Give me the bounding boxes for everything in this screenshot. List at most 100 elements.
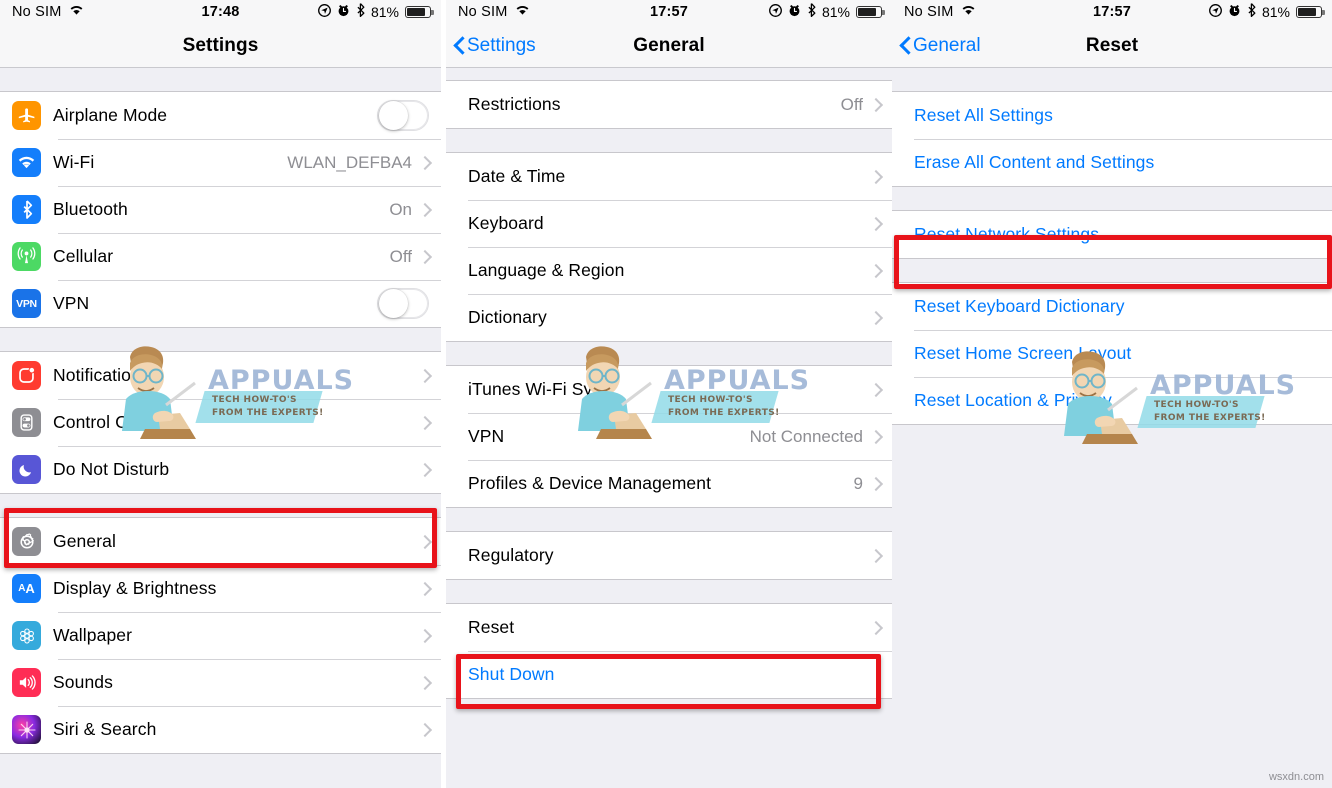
chevron-right-icon xyxy=(871,548,880,563)
row-display-brightness[interactable]: AA Display & Brightness xyxy=(0,565,441,612)
chevron-right-icon xyxy=(871,310,880,325)
bluetooth-state-value: On xyxy=(389,199,412,219)
row-general[interactable]: General xyxy=(0,518,441,565)
cellular-icon xyxy=(12,242,41,271)
general-group-restrictions: Restrictions Off xyxy=(446,80,892,129)
row-date-time[interactable]: Date & Time xyxy=(446,153,892,200)
row-vpn[interactable]: VPN Not Connected xyxy=(446,413,892,460)
row-label: Shut Down xyxy=(468,664,555,684)
row-reset-home-screen-layout[interactable]: Reset Home Screen Layout xyxy=(892,330,1332,377)
row-reset-keyboard-dictionary[interactable]: Reset Keyboard Dictionary xyxy=(892,283,1332,330)
wifi-network-value: WLAN_DEFBA4 xyxy=(287,152,412,172)
row-label: Cellular xyxy=(53,246,114,266)
group-spacer xyxy=(0,328,441,351)
settings-list-3[interactable]: Reset All Settings Erase All Content and… xyxy=(892,68,1332,788)
list-top-spacer xyxy=(892,68,1332,91)
row-label: Bluetooth xyxy=(53,199,128,219)
siri-search-icon xyxy=(12,715,41,744)
chevron-right-icon xyxy=(420,249,429,264)
general-group-reset: Reset Shut Down xyxy=(446,603,892,699)
settings-group-connectivity: Airplane Mode Wi-Fi WLAN_DEFBA4 Bluetoot… xyxy=(0,91,441,328)
wifi-icon xyxy=(515,4,530,20)
row-label: Date & Time xyxy=(468,166,566,186)
row-wifi[interactable]: Wi-Fi WLAN_DEFBA4 xyxy=(0,139,441,186)
status-bar-left: No SIM xyxy=(12,4,84,20)
row-vpn[interactable]: VPN VPN xyxy=(0,280,441,327)
row-cellular[interactable]: Cellular Off xyxy=(0,233,441,280)
row-label: Control Center xyxy=(53,412,169,432)
carrier-label: No SIM xyxy=(904,4,954,20)
chevron-right-icon xyxy=(420,202,429,217)
row-label: Reset Keyboard Dictionary xyxy=(914,296,1125,316)
do-not-disturb-icon xyxy=(12,455,41,484)
row-label: Language & Region xyxy=(468,260,625,280)
settings-group-notifications: Notifications Control Center Do Not Dist… xyxy=(0,351,441,494)
row-bluetooth[interactable]: Bluetooth On xyxy=(0,186,441,233)
row-do-not-disturb[interactable]: Do Not Disturb xyxy=(0,446,441,493)
back-button-general[interactable]: General xyxy=(892,35,981,57)
group-spacer xyxy=(0,494,441,517)
row-keyboard[interactable]: Keyboard xyxy=(446,200,892,247)
battery-percent-label: 81% xyxy=(370,4,399,20)
general-group-sync: iTunes Wi-Fi Sync VPN Not Connected Prof… xyxy=(446,365,892,508)
battery-percent-label: 81% xyxy=(1261,4,1290,20)
airplane-mode-toggle[interactable] xyxy=(377,100,429,131)
row-label: Dictionary xyxy=(468,307,547,327)
gear-icon xyxy=(12,527,41,556)
row-dictionary[interactable]: Dictionary xyxy=(446,294,892,341)
row-erase-all-content-and-settings[interactable]: Erase All Content and Settings xyxy=(892,139,1332,186)
row-language-region[interactable]: Language & Region xyxy=(446,247,892,294)
chevron-right-icon xyxy=(420,534,429,549)
wifi-icon xyxy=(961,4,976,20)
row-itunes-wifi-sync[interactable]: iTunes Wi-Fi Sync xyxy=(446,366,892,413)
chevron-right-icon xyxy=(871,382,880,397)
group-spacer xyxy=(446,342,892,365)
source-site-watermark: wsxdn.com xyxy=(1268,771,1324,783)
list-bottom-spacer xyxy=(446,699,892,735)
chevron-right-icon xyxy=(871,169,880,184)
bluetooth-icon xyxy=(1247,3,1256,21)
settings-list-1[interactable]: Airplane Mode Wi-Fi WLAN_DEFBA4 Bluetoot… xyxy=(0,68,441,788)
row-shut-down[interactable]: Shut Down xyxy=(446,651,892,698)
chevron-left-icon xyxy=(900,36,911,55)
vpn-toggle[interactable] xyxy=(377,288,429,319)
row-sounds[interactable]: Sounds xyxy=(0,659,441,706)
notifications-icon xyxy=(12,361,41,390)
reset-group-secondary: Reset Keyboard Dictionary Reset Home Scr… xyxy=(892,282,1332,425)
row-label: Wi-Fi xyxy=(53,152,95,172)
row-notifications[interactable]: Notifications xyxy=(0,352,441,399)
row-regulatory[interactable]: Regulatory xyxy=(446,532,892,579)
row-reset-network-settings[interactable]: Reset Network Settings xyxy=(892,211,1332,258)
bluetooth-icon xyxy=(356,3,365,21)
row-label: Notifications xyxy=(53,365,150,385)
nav-bar-2: Settings General xyxy=(446,24,892,68)
row-reset-all-settings[interactable]: Reset All Settings xyxy=(892,92,1332,139)
row-restrictions[interactable]: Restrictions Off xyxy=(446,81,892,128)
battery-icon xyxy=(1296,6,1325,18)
row-label: Do Not Disturb xyxy=(53,459,170,479)
row-airplane-mode[interactable]: Airplane Mode xyxy=(0,92,441,139)
row-label: Reset Location & Privacy xyxy=(914,390,1112,410)
row-label: iTunes Wi-Fi Sync xyxy=(468,379,612,399)
settings-list-2[interactable]: Restrictions Off Date & Time Keyboard La… xyxy=(446,68,892,788)
row-control-center[interactable]: Control Center xyxy=(0,399,441,446)
row-reset-location-privacy[interactable]: Reset Location & Privacy xyxy=(892,377,1332,424)
row-wallpaper[interactable]: Wallpaper xyxy=(0,612,441,659)
chevron-right-icon xyxy=(420,628,429,643)
general-group-regulatory: Regulatory xyxy=(446,531,892,580)
back-button-label: Settings xyxy=(467,34,536,56)
chevron-right-icon xyxy=(871,97,880,112)
chevron-right-icon xyxy=(420,722,429,737)
phone-screen-reset: No SIM 17:57 81% General Reset Reset All… xyxy=(892,0,1332,788)
back-button-settings[interactable]: Settings xyxy=(446,35,536,57)
row-reset[interactable]: Reset xyxy=(446,604,892,651)
row-label: Wallpaper xyxy=(53,625,133,645)
row-profiles-device-management[interactable]: Profiles & Device Management 9 xyxy=(446,460,892,507)
chevron-right-icon xyxy=(420,675,429,690)
control-center-icon xyxy=(12,408,41,437)
status-bar-right: 81% xyxy=(318,3,434,21)
group-spacer xyxy=(446,129,892,152)
cellular-state-value: Off xyxy=(389,246,412,266)
reset-group-network: Reset Network Settings xyxy=(892,210,1332,259)
row-siri-search[interactable]: Siri & Search xyxy=(0,706,441,753)
